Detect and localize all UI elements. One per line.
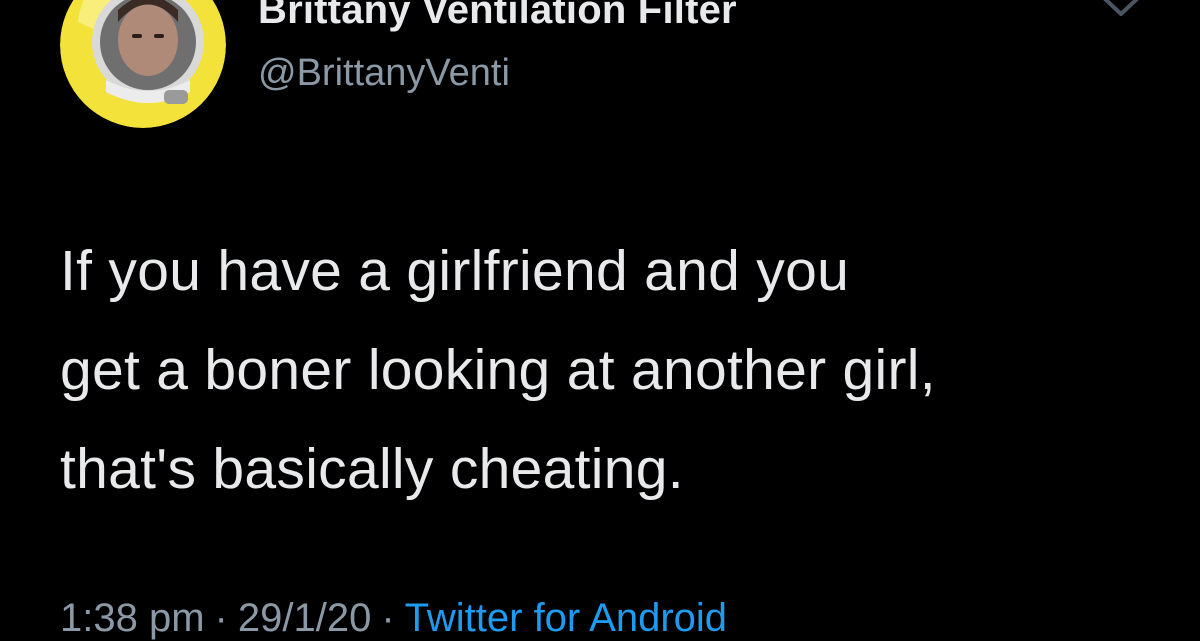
meta-separator: · <box>214 596 228 640</box>
meta-separator: · <box>381 596 395 640</box>
tweet-source-link[interactable]: Twitter for Android <box>405 596 727 640</box>
tweet-metadata: 1:38 pm · 29/1/20 · Twitter for Android <box>60 596 727 641</box>
tweet-time[interactable]: 1:38 pm <box>60 596 205 640</box>
avatar-image <box>60 0 226 128</box>
tweet-text: If you have a girlfriend and you get a b… <box>60 239 936 501</box>
author-display-name[interactable]: Brittany Ventilation Filter <box>258 0 737 33</box>
tweet-card: Brittany Ventilation Filter @BrittanyVen… <box>0 0 1200 640</box>
chevron-down-icon[interactable] <box>1098 0 1144 26</box>
avatar[interactable] <box>60 0 226 128</box>
author-handle[interactable]: @BrittanyVenti <box>258 52 510 95</box>
tweet-date[interactable]: 29/1/20 <box>238 596 371 640</box>
